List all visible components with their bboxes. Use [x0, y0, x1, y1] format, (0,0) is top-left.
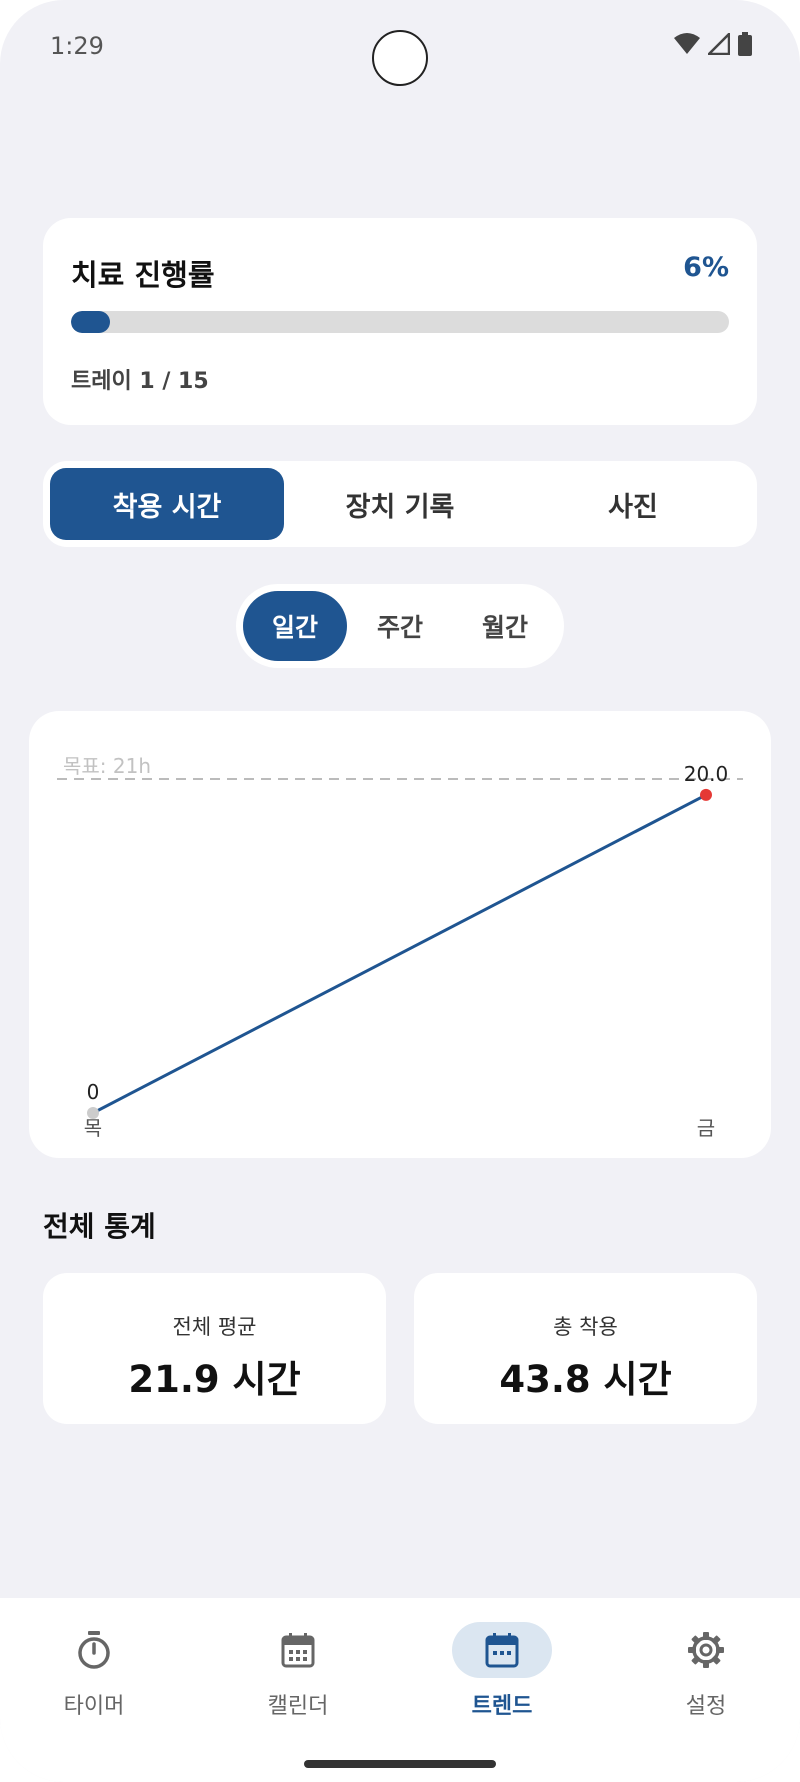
signal-icon [708, 33, 730, 55]
period-monthly-button[interactable]: 월간 [453, 591, 557, 661]
progress-percent: 6% [683, 252, 729, 283]
main-tabs: 착용 시간 장치 기록 사진 [43, 461, 757, 547]
nav-timer[interactable]: 타이머 [24, 1622, 164, 1732]
front-camera [372, 30, 428, 86]
nav-calendar-label: 캘린더 [267, 1694, 329, 1719]
period-daily-button[interactable]: 일간 [243, 591, 347, 661]
progress-bar-fill [71, 311, 111, 333]
bottom-navigation: 타이머 캘린더 트렌드 설정 [0, 1598, 800, 1782]
average-label: 전체 평균 [172, 1315, 257, 1339]
total-label: 총 착용 [553, 1315, 618, 1339]
stats-heading: 전체 통계 [43, 1210, 156, 1243]
nav-settings-label: 설정 [685, 1694, 727, 1719]
nav-trend-label: 트렌드 [471, 1694, 533, 1719]
tray-count: 트레이 1 / 15 [71, 369, 209, 394]
gear-icon [688, 1632, 724, 1668]
tab-device-log[interactable]: 장치 기록 [283, 468, 517, 540]
app-screen: 1:29 치료 진행률 6% 트레이 1 / 15 착용 시간 장치 기록 사진 [0, 0, 800, 1782]
data-label: 0 [87, 1080, 100, 1104]
average-value: 21.9 시간 [128, 1358, 301, 1401]
progress-title: 치료 진행률 [71, 258, 215, 292]
calendar-icon [485, 1633, 519, 1668]
tab-wear-time[interactable]: 착용 시간 [50, 468, 284, 540]
status-time: 1:29 [50, 32, 104, 60]
nav-calendar[interactable]: 캘린더 [228, 1622, 368, 1732]
total-stat-card: 총 착용 43.8 시간 [414, 1273, 757, 1424]
period-weekly-button[interactable]: 주간 [348, 591, 452, 661]
line-chart: 목표: 21h 0 목 20.0 금 [57, 754, 743, 1140]
status-bar: 1:29 [0, 0, 800, 96]
goal-label: 목표: 21h [63, 754, 151, 778]
x-tick-label: 금 [697, 1116, 715, 1140]
nav-settings[interactable]: 설정 [636, 1622, 776, 1732]
nav-trend[interactable]: 트렌드 [432, 1622, 572, 1732]
total-value: 43.8 시간 [499, 1358, 672, 1401]
wifi-icon [674, 33, 700, 54]
x-tick-label: 목 [84, 1116, 102, 1140]
calendar-icon [281, 1633, 315, 1668]
average-stat-card: 전체 평균 21.9 시간 [43, 1273, 386, 1424]
data-point [700, 788, 712, 801]
status-icons [674, 32, 752, 56]
treatment-progress-card: 치료 진행률 6% 트레이 1 / 15 [43, 218, 757, 425]
battery-icon [738, 32, 752, 56]
series-line [92, 793, 707, 1115]
wear-time-chart: 목표: 21h 0 목 20.0 금 [29, 711, 771, 1158]
data-label: 20.0 [684, 762, 729, 786]
timer-icon [78, 1631, 110, 1669]
period-toggle: 일간 주간 월간 [236, 584, 564, 668]
home-indicator[interactable] [304, 1760, 496, 1768]
nav-timer-label: 타이머 [63, 1694, 125, 1719]
tab-photos[interactable]: 사진 [516, 468, 750, 540]
progress-bar [71, 311, 729, 333]
